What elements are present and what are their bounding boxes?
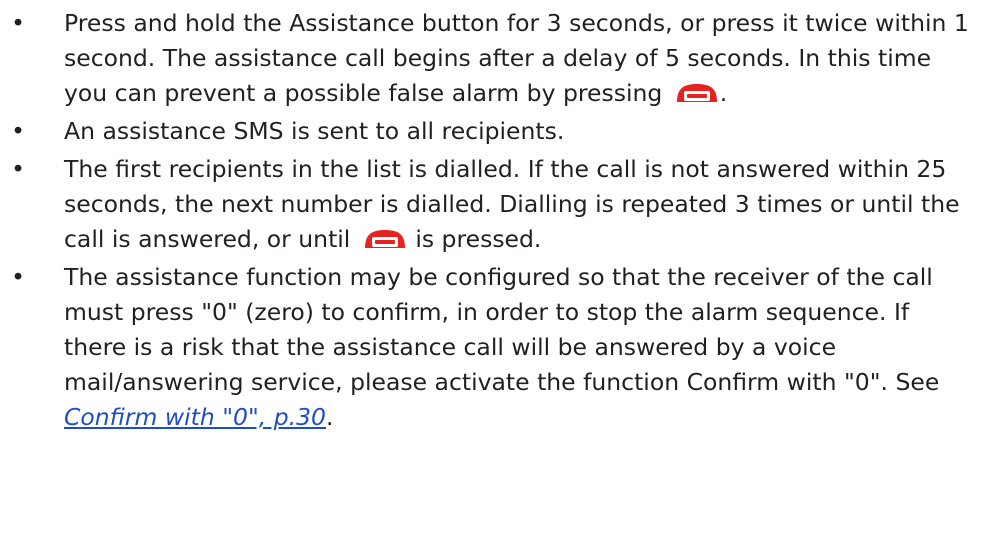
item-text-suffix: . bbox=[326, 403, 334, 431]
item-text-suffix: is pressed. bbox=[415, 225, 542, 253]
item-text: An assistance SMS is sent to all recipie… bbox=[64, 117, 565, 145]
bullet-marker: • bbox=[11, 263, 25, 291]
item-text-suffix: . bbox=[719, 79, 728, 107]
end-call-key-icon bbox=[362, 228, 408, 250]
confirm-with-zero-link[interactable]: Confirm with "0", p.30 bbox=[64, 403, 326, 431]
item-text: The assistance function may be configure… bbox=[64, 263, 940, 396]
end-call-key-icon bbox=[674, 82, 720, 104]
manual-page: • Press and hold the Assistance button f… bbox=[0, 0, 988, 555]
bullet-marker: • bbox=[11, 155, 25, 183]
list-item-press-assistance: • Press and hold the Assistance button f… bbox=[0, 6, 988, 111]
item-text: Press and hold the Assistance button for… bbox=[64, 9, 969, 107]
bullet-marker: • bbox=[11, 9, 25, 37]
list-item-confirm-zero: • The assistance function may be configu… bbox=[0, 260, 988, 435]
assistance-bullet-list: • Press and hold the Assistance button f… bbox=[0, 6, 988, 435]
bullet-marker: • bbox=[11, 117, 25, 145]
list-item-sms-sent: • An assistance SMS is sent to all recip… bbox=[0, 114, 988, 149]
list-item-dialling: • The first recipients in the list is di… bbox=[0, 152, 988, 257]
